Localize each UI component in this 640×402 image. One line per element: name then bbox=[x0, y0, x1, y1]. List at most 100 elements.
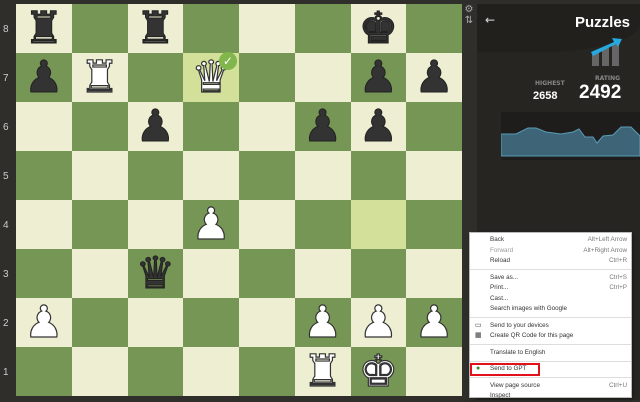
square-d7[interactable]: ♛ ✓ bbox=[183, 51, 239, 102]
square-e7[interactable] bbox=[239, 53, 295, 102]
black-pawn-icon[interactable]: ♟ bbox=[24, 55, 64, 100]
square-c4[interactable] bbox=[127, 200, 184, 249]
white-pawn-icon[interactable]: ♟ bbox=[414, 299, 455, 344]
square-d8[interactable] bbox=[183, 4, 239, 53]
black-rook-icon[interactable]: ♜ bbox=[135, 6, 175, 51]
square-g1[interactable]: ♚ bbox=[350, 347, 407, 396]
square-a5[interactable] bbox=[16, 151, 72, 200]
menu-item-back[interactable]: Back Alt+Left Arrow bbox=[470, 235, 631, 246]
square-f1[interactable]: ♜ bbox=[294, 347, 351, 396]
square-b7[interactable]: ♜ bbox=[71, 53, 128, 102]
square-f6[interactable]: ♟ bbox=[294, 102, 351, 151]
black-pawn-icon[interactable]: ♟ bbox=[358, 55, 398, 100]
square-f8[interactable] bbox=[294, 4, 351, 53]
black-pawn-icon[interactable]: ♟ bbox=[414, 55, 454, 100]
menu-item-search-images[interactable]: Search images with Google bbox=[470, 304, 631, 315]
square-h7[interactable]: ♟ bbox=[406, 53, 462, 102]
square-c1[interactable] bbox=[127, 347, 184, 396]
menu-item-send-devices[interactable]: ▭ Send to your devices bbox=[470, 321, 631, 332]
square-g2[interactable]: ♟ bbox=[350, 298, 407, 347]
square-a6[interactable] bbox=[16, 102, 72, 151]
square-g6[interactable]: ♟ bbox=[350, 102, 407, 151]
square-d1[interactable] bbox=[183, 347, 239, 396]
menu-item-cast[interactable]: Cast... bbox=[470, 294, 631, 305]
menu-item-qr-code[interactable]: ▦ Create QR Code for this page bbox=[470, 331, 631, 342]
square-f3[interactable] bbox=[294, 249, 351, 298]
flip-board-icon[interactable]: ⇅ bbox=[463, 15, 475, 26]
square-b8[interactable] bbox=[71, 4, 128, 53]
square-d5[interactable] bbox=[183, 151, 239, 200]
square-c6[interactable]: ♟ bbox=[127, 102, 184, 151]
menu-item-forward[interactable]: Forward Alt+Right Arrow bbox=[470, 246, 631, 257]
square-f5[interactable] bbox=[294, 151, 351, 200]
rank-label: 4 bbox=[3, 220, 9, 231]
menu-item-save-as[interactable]: Save as... Ctrl+S bbox=[470, 273, 631, 284]
square-b3[interactable] bbox=[71, 249, 128, 298]
square-b1[interactable] bbox=[71, 347, 128, 396]
square-h8[interactable] bbox=[406, 4, 462, 53]
square-e5[interactable] bbox=[239, 151, 295, 200]
square-e3[interactable] bbox=[239, 249, 295, 298]
square-d2[interactable] bbox=[183, 298, 239, 347]
square-a7[interactable]: ♟ bbox=[16, 53, 72, 102]
menu-item-translate[interactable]: Translate to English bbox=[470, 348, 631, 359]
square-a1[interactable] bbox=[16, 347, 72, 396]
white-pawn-icon[interactable]: ♟ bbox=[358, 299, 399, 344]
black-pawn-icon[interactable]: ♟ bbox=[358, 104, 398, 149]
square-e2[interactable] bbox=[239, 298, 295, 347]
menu-item-send-to-gpt[interactable]: ● Send to GPT bbox=[470, 363, 540, 376]
white-pawn-icon[interactable]: ♟ bbox=[191, 201, 232, 246]
square-e1[interactable] bbox=[239, 347, 295, 396]
square-e4[interactable] bbox=[239, 200, 295, 249]
square-a2[interactable]: ♟ bbox=[16, 298, 72, 347]
square-a4[interactable] bbox=[16, 200, 72, 249]
square-h3[interactable] bbox=[406, 249, 462, 298]
white-rook-icon[interactable]: ♜ bbox=[79, 54, 120, 99]
square-g4[interactable] bbox=[350, 200, 407, 249]
black-pawn-icon[interactable]: ♟ bbox=[302, 104, 342, 149]
black-king-icon[interactable]: ♚ bbox=[358, 6, 398, 51]
square-h4[interactable] bbox=[406, 200, 462, 249]
black-queen-icon[interactable]: ♛ bbox=[135, 251, 175, 296]
square-g8[interactable]: ♚ bbox=[350, 4, 407, 53]
square-f4[interactable] bbox=[294, 200, 351, 249]
black-rook-icon[interactable]: ♜ bbox=[24, 6, 64, 51]
square-h1[interactable] bbox=[406, 347, 462, 396]
square-b6[interactable] bbox=[71, 102, 128, 151]
square-a8[interactable]: ♜ bbox=[16, 4, 72, 53]
square-c5[interactable] bbox=[127, 151, 184, 200]
square-e8[interactable] bbox=[239, 4, 295, 53]
menu-item-reload[interactable]: Reload Ctrl+R bbox=[470, 256, 631, 267]
square-b4[interactable] bbox=[71, 200, 128, 249]
square-d4[interactable]: ♟ bbox=[183, 200, 239, 249]
menu-item-view-source[interactable]: View page source Ctrl+U bbox=[470, 381, 631, 392]
square-c3[interactable]: ♛ bbox=[127, 249, 184, 298]
square-d6[interactable] bbox=[183, 102, 239, 151]
square-h6[interactable] bbox=[406, 102, 462, 151]
square-g7[interactable]: ♟ bbox=[350, 53, 407, 102]
square-g5[interactable] bbox=[350, 151, 407, 200]
white-pawn-icon[interactable]: ♟ bbox=[24, 299, 65, 344]
square-e6[interactable] bbox=[239, 102, 295, 151]
square-h5[interactable] bbox=[406, 151, 462, 200]
square-g3[interactable] bbox=[350, 249, 407, 298]
white-pawn-icon[interactable]: ♟ bbox=[302, 299, 343, 344]
square-a3[interactable] bbox=[16, 249, 72, 298]
black-pawn-icon[interactable]: ♟ bbox=[135, 104, 175, 149]
square-d3[interactable] bbox=[183, 249, 239, 298]
white-rook-icon[interactable]: ♜ bbox=[302, 348, 343, 393]
square-b2[interactable] bbox=[71, 298, 128, 347]
settings-icon[interactable]: ⚙ bbox=[463, 4, 475, 15]
square-h2[interactable]: ♟ bbox=[406, 298, 462, 347]
square-f7[interactable] bbox=[294, 53, 351, 102]
square-c7[interactable] bbox=[127, 53, 184, 102]
white-queen-icon[interactable]: ♛ ✓ bbox=[191, 51, 237, 100]
back-arrow-icon[interactable]: ← bbox=[485, 13, 495, 27]
menu-item-print[interactable]: Print... Ctrl+P bbox=[470, 283, 631, 294]
square-f2[interactable]: ♟ bbox=[294, 298, 351, 347]
square-c8[interactable]: ♜ bbox=[127, 4, 184, 53]
white-king-icon[interactable]: ♚ bbox=[358, 348, 399, 393]
square-b5[interactable] bbox=[71, 151, 128, 200]
chess-board[interactable]: ♜ ♜ ♚ ♟ ♜ ♛ ✓ ♟ ♟ ♟ ♟ ♟ ♟ ♛ ♟ ♟ ♟ ♟ ♜ ♚ bbox=[16, 4, 462, 396]
square-c2[interactable] bbox=[127, 298, 184, 347]
